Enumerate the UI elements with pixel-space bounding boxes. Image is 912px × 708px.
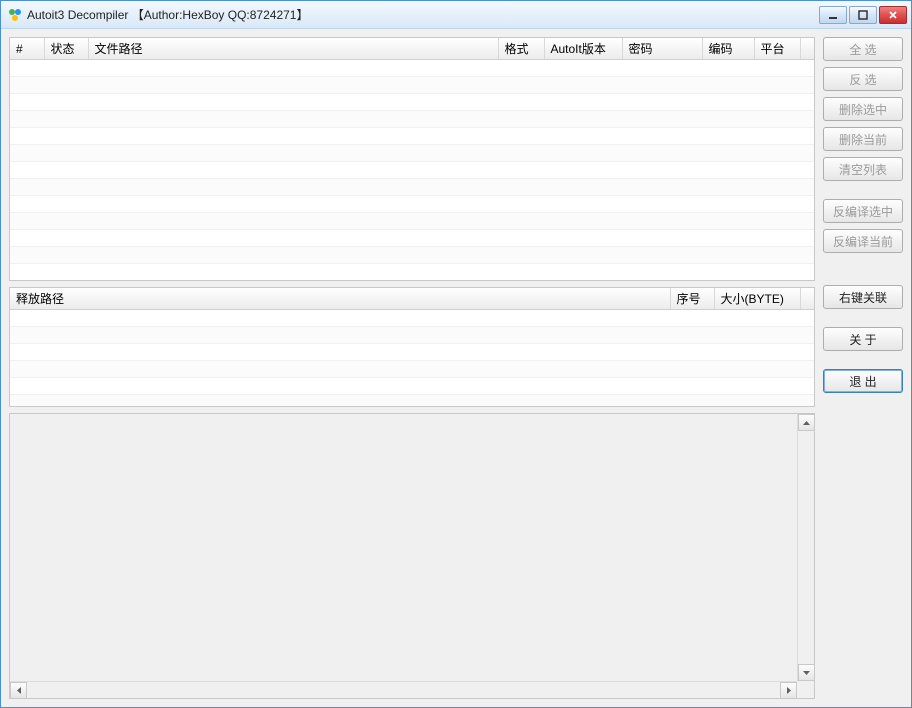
col-spacer [800, 38, 814, 60]
table-row [10, 310, 814, 327]
scroll-up-icon[interactable] [798, 414, 815, 431]
spacer [823, 259, 903, 279]
exit-button[interactable]: 退 出 [823, 369, 903, 393]
close-button[interactable] [879, 6, 907, 24]
table-row [10, 94, 814, 111]
minimize-button[interactable] [819, 6, 847, 24]
select-all-button[interactable]: 全 选 [823, 37, 903, 61]
table-row [10, 60, 814, 77]
spacer [823, 357, 903, 363]
col-seq[interactable]: 序号 [670, 288, 714, 310]
window-title: Autoit3 Decompiler 【Author:HexBoy QQ:872… [27, 6, 819, 23]
table-row [10, 344, 814, 361]
scroll-left-icon[interactable] [10, 682, 27, 699]
col-spacer2 [800, 288, 814, 310]
decompile-current-button[interactable]: 反编译当前 [823, 229, 903, 253]
table-row [10, 378, 814, 395]
window-controls [819, 6, 907, 24]
table-row [10, 395, 814, 406]
about-button[interactable]: 关 于 [823, 327, 903, 351]
scroll-down-icon[interactable] [798, 664, 815, 681]
delete-current-button[interactable]: 删除当前 [823, 127, 903, 151]
spacer [823, 187, 903, 193]
file-list-body[interactable] [10, 60, 814, 280]
side-button-column: 全 选 反 选 删除选中 删除当前 清空列表 反编译选中 反编译当前 右键关联 … [823, 37, 903, 699]
col-size[interactable]: 大小(BYTE) [714, 288, 800, 310]
table-row [10, 327, 814, 344]
titlebar[interactable]: Autoit3 Decompiler 【Author:HexBoy QQ:872… [1, 1, 911, 29]
invert-selection-button[interactable]: 反 选 [823, 67, 903, 91]
col-password[interactable]: 密码 [622, 38, 702, 60]
table-row [10, 230, 814, 247]
col-release-path[interactable]: 释放路径 [10, 288, 670, 310]
table-row [10, 196, 814, 213]
col-path[interactable]: 文件路径 [88, 38, 498, 60]
table-row [10, 179, 814, 196]
associate-button[interactable]: 右键关联 [823, 285, 903, 309]
release-list-panel: 释放路径 序号 大小(BYTE) [9, 287, 815, 407]
table-row [10, 145, 814, 162]
scroll-corner [797, 681, 814, 698]
file-list-panel: # 状态 文件路径 格式 AutoIt版本 密码 编码 平台 [9, 37, 815, 281]
col-platform[interactable]: 平台 [754, 38, 800, 60]
table-row [10, 77, 814, 94]
log-textarea[interactable] [10, 414, 814, 698]
col-index[interactable]: # [10, 38, 44, 60]
table-row [10, 361, 814, 378]
table-row [10, 111, 814, 128]
table-row [10, 128, 814, 145]
table-row [10, 264, 814, 280]
col-encoding[interactable]: 编码 [702, 38, 754, 60]
col-status[interactable]: 状态 [44, 38, 88, 60]
release-list-body[interactable] [10, 310, 814, 406]
table-row [10, 213, 814, 230]
clear-list-button[interactable]: 清空列表 [823, 157, 903, 181]
delete-selected-button[interactable]: 删除选中 [823, 97, 903, 121]
app-icon [7, 7, 23, 23]
spacer [823, 315, 903, 321]
decompile-selected-button[interactable]: 反编译选中 [823, 199, 903, 223]
log-panel [9, 413, 815, 699]
table-row [10, 162, 814, 179]
maximize-button[interactable] [849, 6, 877, 24]
vertical-scrollbar[interactable] [797, 414, 814, 681]
file-list-header: # 状态 文件路径 格式 AutoIt版本 密码 编码 平台 [10, 38, 814, 60]
horizontal-scrollbar[interactable] [10, 681, 797, 698]
table-row [10, 247, 814, 264]
app-window: Autoit3 Decompiler 【Author:HexBoy QQ:872… [0, 0, 912, 708]
col-version[interactable]: AutoIt版本 [544, 38, 622, 60]
client-area: # 状态 文件路径 格式 AutoIt版本 密码 编码 平台 [1, 29, 911, 707]
main-column: # 状态 文件路径 格式 AutoIt版本 密码 编码 平台 [9, 37, 815, 699]
release-list-header: 释放路径 序号 大小(BYTE) [10, 288, 814, 310]
col-format[interactable]: 格式 [498, 38, 544, 60]
scroll-right-icon[interactable] [780, 682, 797, 699]
